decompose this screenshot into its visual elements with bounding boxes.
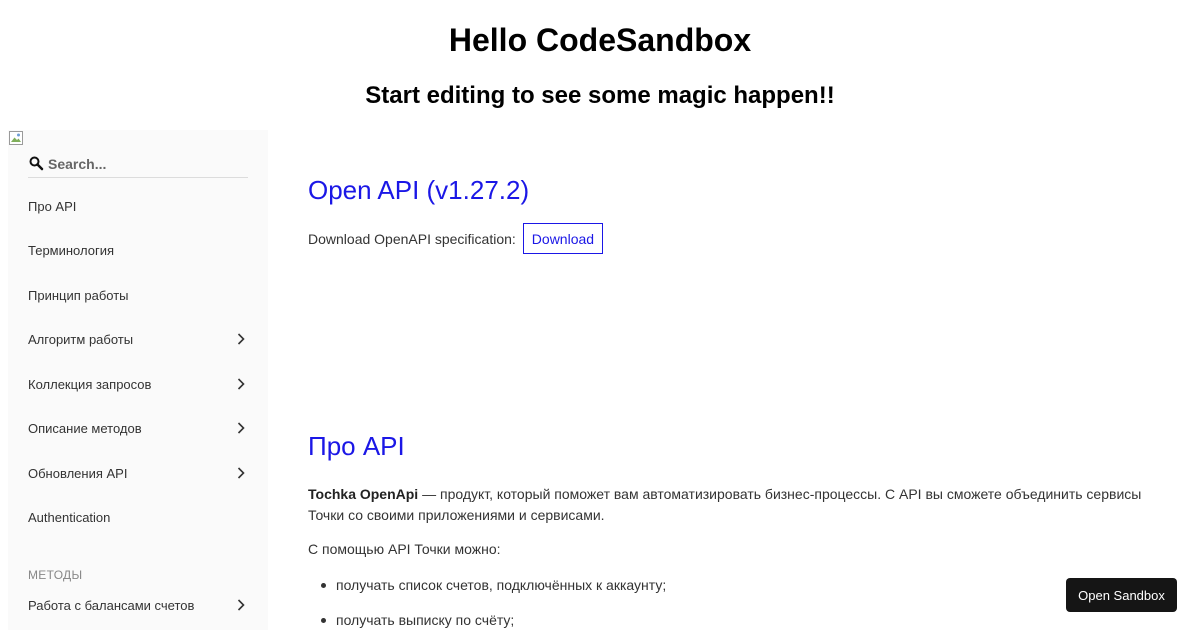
api-title: Open API (v1.27.2) xyxy=(308,175,530,205)
capabilities-lead: С помощью API Точки можно: xyxy=(308,541,501,557)
intro-text: — продукт, который поможет вам автоматиз… xyxy=(308,486,1142,523)
sidebar-item-label: Про API xyxy=(28,198,77,214)
chevron-right-icon xyxy=(234,377,248,391)
sidebar-item-label: Обновления API xyxy=(28,465,128,481)
list-item: получать выписку по счёту; xyxy=(308,610,666,630)
broken-image-icon xyxy=(8,130,24,146)
chevron-right-icon xyxy=(234,332,248,346)
sidebar-item-label: Принцип работы xyxy=(28,287,129,303)
chevron-right-icon xyxy=(234,598,248,612)
product-name: Tochka OpenApi xyxy=(308,486,419,502)
download-label: Download OpenAPI specification: xyxy=(308,230,516,247)
section-title-pro-api: Про API xyxy=(308,431,405,461)
page-title: Hello CodeSandbox xyxy=(448,22,752,58)
sidebar-item-label: Алгоритм работы xyxy=(28,331,134,347)
sidebar: Про API Терминология Принцип работы Алго… xyxy=(8,130,268,630)
sidebar-item-terminology[interactable]: Терминология xyxy=(28,238,248,262)
sidebar-item-pro-api[interactable]: Про API xyxy=(28,194,248,218)
open-sandbox-button[interactable]: Open Sandbox xyxy=(1066,578,1177,612)
chevron-right-icon xyxy=(234,466,248,480)
sidebar-item-principle[interactable]: Принцип работы xyxy=(28,283,248,307)
sidebar-item-algorithm[interactable]: Алгоритм работы xyxy=(28,327,248,351)
search-input[interactable] xyxy=(46,155,236,172)
sidebar-item-label: Работа с балансами счетов xyxy=(28,597,195,613)
sidebar-item-label: Описание методов xyxy=(28,420,142,436)
capabilities-list: получать список счетов, подключённых к а… xyxy=(308,575,666,630)
chevron-right-icon xyxy=(234,421,248,435)
intro-paragraph: Tochka OpenApi — продукт, который поможе… xyxy=(308,484,1148,526)
sidebar-item-api-updates[interactable]: Обновления API xyxy=(28,461,248,485)
sidebar-item-label: Терминология xyxy=(28,242,114,258)
page-subtitle: Start editing to see some magic happen!! xyxy=(365,82,835,109)
download-button[interactable]: Download xyxy=(522,223,604,254)
sidebar-item-label: Authentication xyxy=(28,509,111,525)
sidebar-item-methods-description[interactable]: Описание методов xyxy=(28,416,248,440)
sidebar-item-balances[interactable]: Работа с балансами счетов xyxy=(28,593,248,617)
sidebar-item-authentication[interactable]: Authentication xyxy=(28,505,248,529)
list-item: получать список счетов, подключённых к а… xyxy=(308,575,666,610)
sidebar-section-label: МЕТОДЫ xyxy=(28,568,83,582)
sidebar-item-label: Коллекция запросов xyxy=(28,376,152,392)
sidebar-item-requests-collection[interactable]: Коллекция запросов xyxy=(28,372,248,396)
search-bar xyxy=(28,150,248,178)
download-row: Download OpenAPI specification: Download xyxy=(308,223,604,254)
search-icon xyxy=(28,155,46,173)
